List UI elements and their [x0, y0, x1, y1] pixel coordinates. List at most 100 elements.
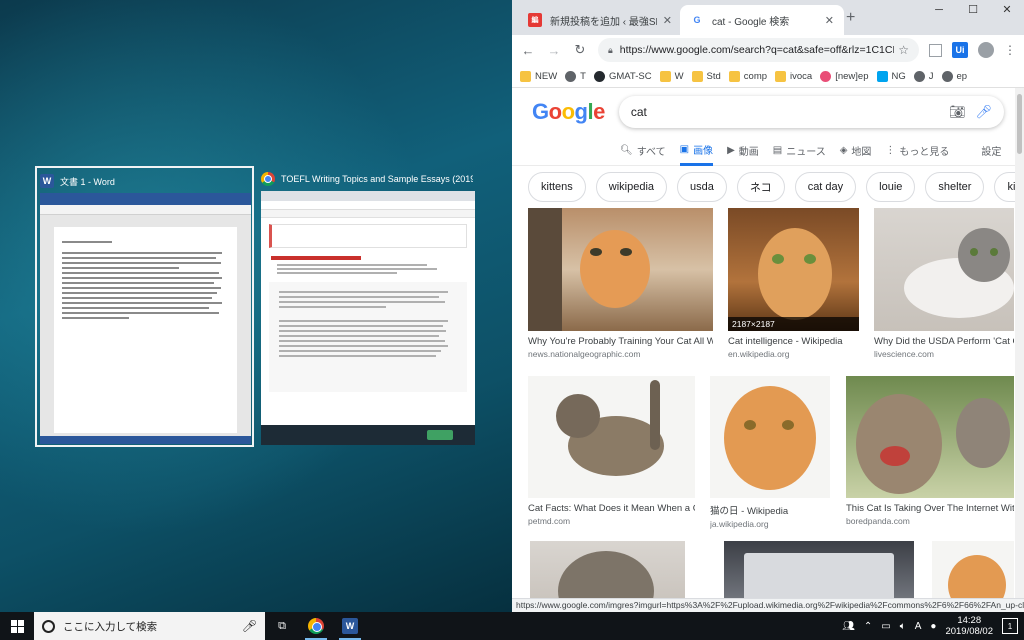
google-tab-6[interactable]: ⋮ もっと見る: [885, 136, 949, 166]
bookmark-item[interactable]: NG: [876, 70, 906, 82]
maximize-button[interactable]: ☐: [956, 0, 990, 22]
image-result[interactable]: Why Did the USDA Perform 'Cat Can... liv…: [874, 208, 1014, 359]
address-bar[interactable]: 🔒︎ https://www.google.com/search?q=cat&s…: [598, 38, 919, 62]
image-result[interactable]: This Cat Is Taking Over The Internet Wit…: [846, 376, 1014, 526]
new-tab-button[interactable]: +: [846, 9, 855, 27]
back-arrow-icon[interactable]: ←: [520, 43, 536, 58]
close-window-button[interactable]: ✕: [990, 0, 1024, 22]
image-result[interactable]: 2187×2187 Cat intelligence - Wikipedia e…: [728, 208, 859, 359]
extension-icon[interactable]: [929, 43, 942, 57]
camera-icon[interactable]: 📷︎: [949, 104, 966, 120]
word-icon: W: [40, 174, 54, 188]
result-source[interactable]: boredpanda.com: [846, 516, 1014, 526]
vertical-scrollbar[interactable]: [1015, 88, 1024, 598]
bookmark-icon: [941, 70, 953, 82]
bookmark-label: T: [580, 70, 586, 82]
shield-icon[interactable]: ●: [930, 621, 936, 632]
taskbar-search-box[interactable]: ここに入力して検索 🎤︎: [34, 612, 265, 640]
volume-icon[interactable]: 🔈︎: [900, 621, 906, 632]
cat-photo-image[interactable]: [528, 208, 713, 331]
result-source[interactable]: livescience.com: [874, 349, 1014, 359]
cat-photo-image[interactable]: [874, 208, 1014, 331]
snap-thumbnail-chrome[interactable]: TOEFL Writing Topics and Sample Essays (…: [258, 166, 476, 447]
cat-photo-image[interactable]: [710, 376, 830, 498]
result-caption[interactable]: Why Did the USDA Perform 'Cat Can...: [874, 336, 1014, 347]
reload-icon[interactable]: ↻: [572, 42, 588, 58]
system-tray: 👥︎ ⌃ ▭ 🔈︎ A ● 14:28 2019/08/02 1: [842, 615, 1024, 637]
bookmark-item[interactable]: [new]ep: [820, 70, 869, 82]
mic-icon[interactable]: 🎤︎: [242, 619, 257, 633]
result-source[interactable]: ja.wikipedia.org: [710, 519, 830, 529]
related-chip[interactable]: usda: [677, 172, 727, 202]
settings-link[interactable]: 設定: [981, 136, 1001, 166]
google-favicon-icon: G: [693, 15, 701, 25]
bookmark-item[interactable]: W: [659, 70, 684, 82]
search-input[interactable]: cat: [631, 105, 939, 119]
cat-photo-image[interactable]: [528, 376, 695, 498]
google-tab-3[interactable]: ▶ 動画: [727, 136, 759, 166]
forward-arrow-icon[interactable]: →: [546, 43, 562, 58]
result-caption[interactable]: Cat Facts: What Does it Mean When a C...: [528, 503, 695, 514]
folder-icon: [520, 70, 531, 82]
tab-google-search[interactable]: G cat - Google 検索 ✕: [680, 5, 844, 35]
ui-extension-icon[interactable]: Ui: [952, 42, 968, 58]
result-caption[interactable]: Why You're Probably Training Your Cat Al…: [528, 336, 713, 347]
bookmark-star-icon[interactable]: ☆: [898, 43, 909, 57]
taskbar-clock[interactable]: 14:28 2019/08/02: [945, 615, 993, 637]
clock-date: 2019/08/02: [945, 626, 993, 637]
show-hidden-icons-chevron-up-icon[interactable]: ⌃: [864, 621, 872, 632]
mic-icon[interactable]: 🎤︎: [975, 104, 992, 120]
related-chip[interactable]: wikipedia: [595, 172, 668, 202]
people-icon[interactable]: 👥︎: [842, 621, 855, 632]
google-search-box[interactable]: cat 📷︎ 🎤︎: [619, 96, 1004, 128]
result-caption[interactable]: This Cat Is Taking Over The Internet Wit…: [846, 503, 1014, 514]
google-tab-5[interactable]: ◈ 地図: [840, 136, 872, 166]
folder-icon: [728, 70, 740, 82]
google-logo[interactable]: Google: [532, 99, 605, 125]
google-tab-1[interactable]: 🔍︎ すべて: [620, 136, 666, 166]
bookmark-item[interactable]: GMAT-SC: [593, 70, 652, 82]
cat-photo-image[interactable]: [846, 376, 1014, 498]
image-result[interactable]: 猫の日 - Wikipedia ja.wikipedia.org: [710, 376, 830, 529]
ime-mode-indicator[interactable]: A: [915, 621, 922, 632]
result-caption[interactable]: 猫の日 - Wikipedia: [710, 503, 830, 517]
network-icon[interactable]: ▭: [881, 621, 890, 632]
image-result[interactable]: Why You're Probably Training Your Cat Al…: [528, 208, 713, 359]
snap-thumbnail-word[interactable]: W 文書 1 - Word: [35, 166, 254, 447]
tab-blog-editor[interactable]: 編 新規投稿を追加 ‹ 最強SEの仕事術 ✕: [518, 5, 682, 35]
related-chip[interactable]: louie: [866, 172, 916, 202]
result-source[interactable]: petmd.com: [528, 516, 695, 526]
bookmark-item[interactable]: T: [565, 70, 586, 82]
bookmark-item[interactable]: J: [913, 70, 934, 82]
image-result[interactable]: Cat Facts: What Does it Mean When a C...…: [528, 376, 695, 526]
menu-kebab-icon[interactable]: ⋮: [1004, 43, 1016, 57]
result-source[interactable]: news.nationalgeographic.com: [528, 349, 713, 359]
bookmark-item[interactable]: comp: [728, 70, 767, 82]
related-chip[interactable]: ネコ: [736, 172, 785, 202]
bookmark-item[interactable]: NEW: [520, 70, 557, 82]
desktop: W 文書 1 - Word TOEFL Writing Topics and S…: [0, 0, 512, 612]
address-url[interactable]: https://www.google.com/search?q=cat&safe…: [620, 44, 894, 56]
google-tab-2[interactable]: ▣ 画像: [679, 136, 714, 166]
action-center-icon[interactable]: 1: [1002, 618, 1018, 634]
minimize-button[interactable]: ─: [922, 0, 956, 22]
bookmark-item[interactable]: Std: [691, 70, 721, 82]
taskbar-word-button[interactable]: W: [333, 612, 367, 640]
result-source[interactable]: en.wikipedia.org: [728, 349, 859, 359]
bookmark-item[interactable]: ivoca: [775, 70, 812, 82]
google-tab-4[interactable]: ▤ ニュース: [773, 136, 826, 166]
close-icon[interactable]: ✕: [663, 14, 672, 27]
taskbar-search-input[interactable]: ここに入力して検索: [63, 619, 242, 634]
related-chip[interactable]: shelter: [925, 172, 985, 202]
result-caption[interactable]: Cat intelligence - Wikipedia: [728, 336, 859, 347]
bookmark-item[interactable]: ep: [941, 70, 967, 82]
related-chip[interactable]: cat day: [794, 172, 857, 202]
start-button[interactable]: [0, 612, 34, 640]
related-chip[interactable]: kittens: [528, 172, 586, 202]
chrome-window: 編 新規投稿を追加 ‹ 最強SEの仕事術 ✕ G cat - Google 検索…: [512, 0, 1024, 612]
taskbar-chrome-button[interactable]: [299, 612, 333, 640]
task-view-button[interactable]: ⧉: [265, 612, 299, 640]
cat-photo-image[interactable]: 2187×2187: [728, 208, 859, 331]
profile-avatar[interactable]: [978, 42, 994, 58]
close-icon[interactable]: ✕: [825, 14, 834, 27]
